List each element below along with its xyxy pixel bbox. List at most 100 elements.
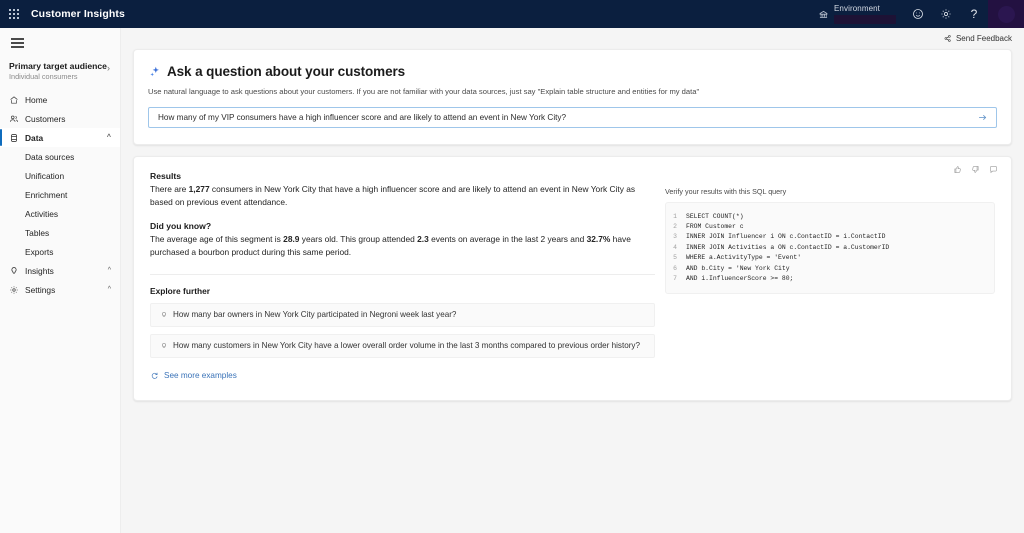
results-text-post: consumers in New York City that have a h… [150, 184, 635, 207]
send-feedback-label: Send Feedback [956, 34, 1012, 43]
help-icon[interactable]: ? [960, 0, 988, 28]
sql-line-number: 7 [670, 274, 686, 284]
sql-line-code: WHERE a.ActivityType = 'Event' [686, 253, 801, 263]
dyk-average-age: 28.9 [283, 234, 299, 244]
customers-icon [9, 114, 22, 124]
header-actions: Environment ? [810, 0, 1024, 28]
sidebar-item-label: Insights [25, 266, 54, 276]
sql-caption: Verify your results with this SQL query [665, 187, 995, 196]
suggestion-label: How many bar owners in New York City par… [173, 310, 456, 319]
sparkle-icon [148, 65, 161, 78]
sidebar-item-insights[interactable]: Insights ^ [0, 261, 120, 280]
waffle-grid-icon[interactable] [0, 0, 28, 28]
lightbulb-icon [160, 342, 168, 350]
results-text: There are 1,277 consumers in New York Ci… [150, 183, 655, 210]
results-text-pre: There are [150, 184, 189, 194]
sidebar-item-data[interactable]: Data ^ [0, 128, 120, 147]
dyk-part-2: years old. This group attended [299, 234, 417, 244]
arrow-right-icon[interactable] [977, 112, 988, 123]
send-feedback-button[interactable]: Send Feedback [943, 34, 1012, 43]
suggestion-item[interactable]: How many customers in New York City have… [150, 334, 655, 358]
sql-line-number: 2 [670, 222, 686, 232]
lightbulb-icon [160, 311, 168, 319]
suggestion-item[interactable]: How many bar owners in New York City par… [150, 303, 655, 327]
app-title: Customer Insights [31, 8, 125, 20]
did-you-know-text: The average age of this segment is 28.9 … [150, 233, 655, 260]
dyk-part-1: The average age of this segment is [150, 234, 283, 244]
chevron-up-icon[interactable]: ^ [108, 286, 111, 293]
hamburger-icon[interactable] [0, 30, 34, 56]
sidebar-item-settings[interactable]: Settings ^ [0, 280, 120, 299]
main-topbar: Send Feedback [121, 28, 1024, 49]
question-input[interactable] [158, 108, 977, 127]
sidebar: Primary target audience Individual consu… [0, 28, 121, 533]
sql-panel: Verify your results with this SQL query … [665, 171, 995, 380]
app-header: Customer Insights Environment ? [0, 0, 1024, 28]
chevron-right-icon: › [107, 63, 112, 73]
environment-picker[interactable]: Environment [810, 0, 904, 28]
sql-line-code: INNER JOIN Activities a ON c.ContactID =… [686, 243, 889, 253]
sidebar-item-label: Data [25, 133, 43, 143]
sidebar-item-unification[interactable]: Unification [0, 166, 120, 185]
content-area: Ask a question about your customers Use … [121, 49, 1024, 401]
sidebar-item-label: Home [25, 95, 47, 105]
see-more-label: See more examples [164, 371, 237, 380]
did-you-know-block: Did you know? The average age of this se… [150, 221, 655, 260]
results-count: 1,277 [189, 184, 210, 194]
sidebar-item-data-sources[interactable]: Data sources [0, 147, 120, 166]
smiley-icon[interactable] [904, 0, 932, 28]
ask-title-row: Ask a question about your customers [148, 64, 997, 79]
sql-line: 1 SELECT COUNT(*) [670, 212, 986, 222]
chevron-up-icon[interactable]: ^ [107, 134, 111, 141]
sql-line-code: AND b.City = 'New York City [686, 264, 790, 274]
environment-value[interactable] [834, 15, 896, 24]
suggestion-label: How many customers in New York City have… [173, 341, 640, 350]
sql-line-number: 6 [670, 264, 686, 274]
thumbs-down-icon[interactable] [971, 165, 980, 174]
see-more-examples-button[interactable]: See more examples [150, 371, 655, 380]
main-content: Send Feedback Ask a question about your … [121, 28, 1024, 533]
results-left-column: Results There are 1,277 consumers in New… [150, 171, 655, 380]
sql-line: 7 AND i.InfluencerScore >= 80; [670, 274, 986, 284]
sidebar-item-activities[interactable]: Activities [0, 204, 120, 223]
sql-line-number: 1 [670, 212, 686, 222]
sidebar-item-enrichment[interactable]: Enrichment [0, 185, 120, 204]
sql-line: 6 AND b.City = 'New York City [670, 264, 986, 274]
page-title: Ask a question about your customers [167, 64, 405, 79]
sidebar-item-home[interactable]: Home [0, 90, 120, 109]
ask-question-card: Ask a question about your customers Use … [133, 49, 1012, 145]
audience-selector[interactable]: Primary target audience Individual consu… [0, 56, 120, 88]
sql-line: 5 WHERE a.ActivityType = 'Event' [670, 253, 986, 263]
sql-line-number: 3 [670, 232, 686, 242]
body: Primary target audience Individual consu… [0, 28, 1024, 533]
avatar[interactable] [988, 0, 1024, 28]
sql-line-code: AND i.InfluencerScore >= 80; [686, 274, 793, 284]
sidebar-item-label: Customers [25, 114, 66, 124]
environment-label: Environment [834, 5, 896, 13]
did-you-know-heading: Did you know? [150, 221, 655, 231]
sidebar-item-tables[interactable]: Tables [0, 223, 120, 242]
refresh-icon [150, 371, 159, 380]
sql-line: 3 INNER JOIN Influencer i ON c.ContactID… [670, 232, 986, 242]
lightbulb-icon [9, 266, 22, 276]
audience-subtitle: Individual consumers [9, 73, 107, 82]
audience-title: Primary target audience [9, 61, 107, 72]
thumbs-up-icon[interactable] [953, 165, 962, 174]
sql-line-code: SELECT COUNT(*) [686, 212, 744, 222]
explore-further-heading: Explore further [150, 286, 655, 296]
sidebar-item-label: Settings [25, 285, 55, 295]
comment-icon[interactable] [989, 165, 998, 174]
chevron-up-icon[interactable]: ^ [108, 267, 111, 274]
dyk-part-3: events on average in the last 2 years an… [429, 234, 587, 244]
database-icon [9, 133, 22, 143]
sql-line-code: INNER JOIN Influencer i ON c.ContactID =… [686, 232, 885, 242]
section-divider [150, 274, 655, 275]
dyk-event-count: 2.3 [417, 234, 429, 244]
question-input-row[interactable] [148, 107, 997, 128]
sidebar-item-customers[interactable]: Customers [0, 109, 120, 128]
gear-icon[interactable] [932, 0, 960, 28]
sql-line: 2 FROM Customer c [670, 222, 986, 232]
sql-line-code: FROM Customer c [686, 222, 744, 232]
sidebar-item-exports[interactable]: Exports [0, 242, 120, 261]
result-feedback-actions [953, 165, 998, 174]
